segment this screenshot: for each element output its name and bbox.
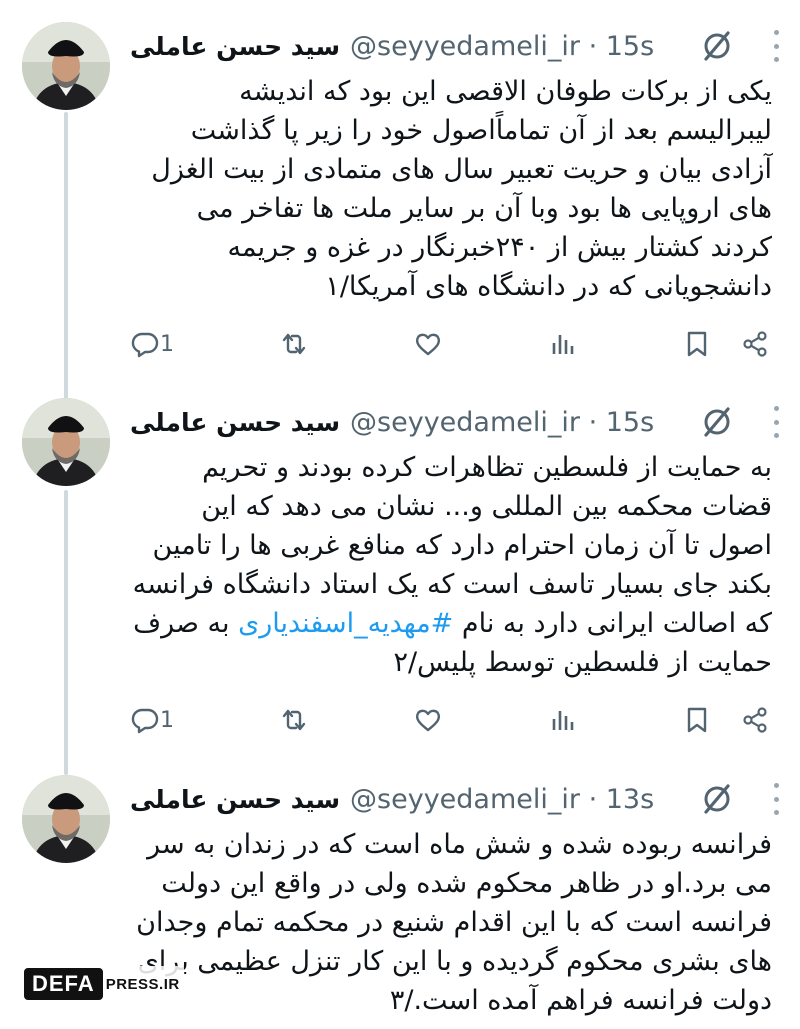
reply-icon	[131, 332, 159, 358]
share-icon	[743, 707, 767, 733]
views-icon	[552, 711, 573, 730]
display-name[interactable]: سید حسن عاملی	[130, 408, 340, 437]
avatar[interactable]	[22, 398, 110, 486]
reply-count: 1	[160, 707, 174, 733]
share-button[interactable]	[740, 705, 770, 735]
retweet-icon	[282, 709, 305, 731]
grok-icon[interactable]	[700, 405, 734, 439]
display-name[interactable]: سید حسن عاملی	[130, 32, 340, 61]
tweet-header: سید حسن عاملی @seyyedameli_ir · 15s	[130, 402, 780, 442]
share-button[interactable]	[740, 329, 770, 359]
bookmark-button[interactable]	[682, 705, 712, 735]
retweet-icon	[282, 333, 305, 355]
reply-count: 1	[160, 331, 174, 357]
handle-and-time[interactable]: @seyyedameli_ir · 15s	[350, 31, 654, 62]
like-button[interactable]	[413, 329, 443, 359]
more-icon[interactable]	[772, 30, 780, 62]
reply-button[interactable]: 1	[130, 329, 174, 359]
action-bar: 1	[130, 700, 770, 740]
tweet-header: سید حسن عاملی @seyyedameli_ir · 15s	[130, 26, 780, 66]
watermark-box-text: DEFA	[24, 968, 103, 1000]
handle-and-time[interactable]: @seyyedameli_ir · 15s	[350, 407, 654, 438]
handle-and-time[interactable]: @seyyedameli_ir · 13s	[350, 784, 654, 815]
avatar[interactable]	[22, 22, 110, 110]
display-name[interactable]: سید حسن عاملی	[130, 785, 340, 814]
like-button[interactable]	[413, 705, 443, 735]
more-icon[interactable]	[772, 406, 780, 438]
bookmark-icon	[687, 707, 707, 733]
watermark-text: PRESS.IR	[105, 975, 180, 993]
tweet-text: یکی از برکات طوفان الاقصی این بود که اند…	[151, 76, 772, 302]
reply-button[interactable]: 1	[130, 705, 174, 735]
grok-icon[interactable]	[700, 29, 734, 63]
more-icon[interactable]	[772, 783, 780, 815]
hashtag-link[interactable]: #مهدیه_اسفندیاری	[238, 608, 453, 639]
views-button[interactable]	[548, 705, 578, 735]
like-icon	[415, 333, 441, 356]
bookmark-button[interactable]	[682, 329, 712, 359]
tweet-header: سید حسن عاملی @seyyedameli_ir · 13s	[130, 779, 780, 819]
bookmark-icon	[687, 331, 707, 357]
action-bar: 1	[130, 324, 770, 364]
tweet-text: به حمایت از فلسطین تظاهرات کرده بودند و …	[130, 448, 772, 682]
tweet-text: فرانسه ربوده شده و شش ماه است که در زندا…	[136, 829, 772, 1016]
retweet-button[interactable]	[279, 329, 309, 359]
defapress-watermark: DEFA PRESS.IR	[20, 966, 184, 1002]
views-button[interactable]	[548, 329, 578, 359]
retweet-button[interactable]	[279, 705, 309, 735]
views-icon	[552, 335, 573, 354]
like-icon	[415, 709, 441, 732]
share-icon	[743, 331, 767, 357]
tweet[interactable]: سید حسن عاملی @seyyedameli_ir · 15s به ح…	[0, 398, 800, 748]
grok-icon[interactable]	[700, 782, 734, 816]
reply-icon	[131, 708, 159, 734]
avatar[interactable]	[22, 775, 110, 863]
tweet[interactable]: سید حسن عاملی @seyyedameli_ir · 15s یکی …	[0, 22, 800, 372]
